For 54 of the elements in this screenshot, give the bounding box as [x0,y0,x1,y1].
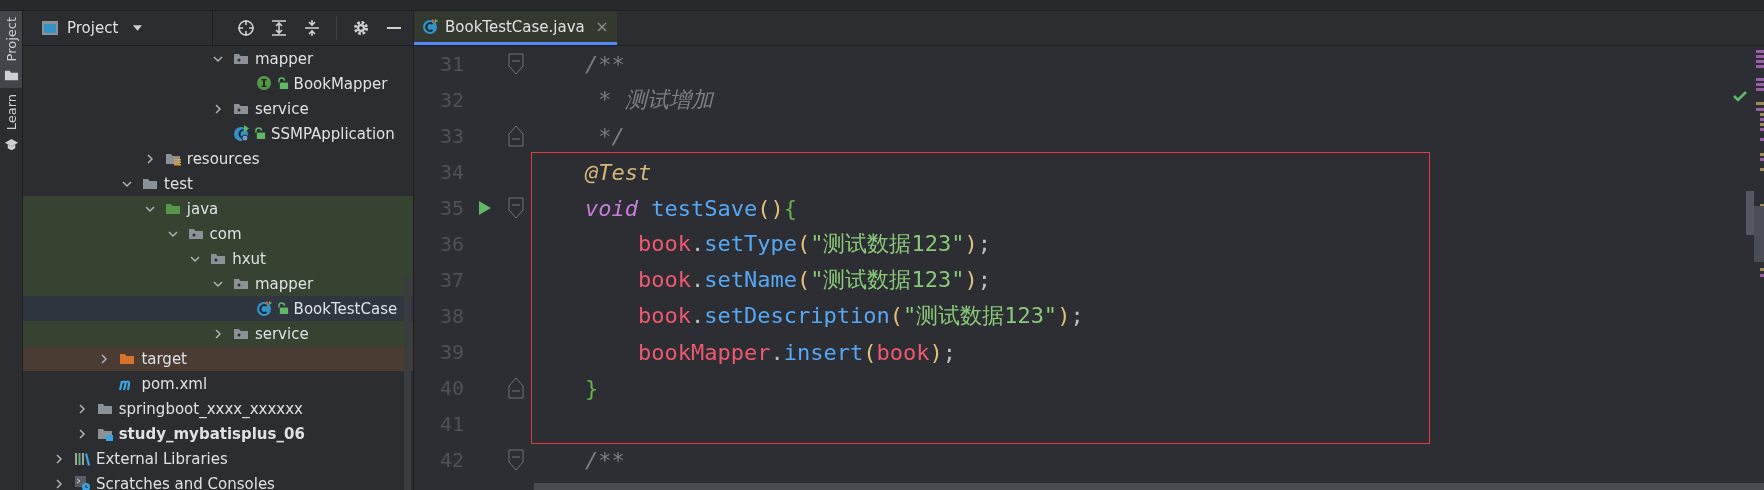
tree-item[interactable]: java [23,196,413,221]
view-selector[interactable]: Project [23,11,213,45]
tree-item[interactable]: mapper [23,46,413,71]
class-icon [255,300,273,317]
run-icon[interactable] [478,200,492,216]
locate-icon[interactable] [237,19,255,37]
tree-item[interactable]: mapper [23,271,413,296]
code-comment: /** [583,447,625,473]
tree-item[interactable]: hxut [23,246,413,271]
tree-item[interactable]: SSMPApplication [23,121,413,146]
code-comment: * 测试增加 [597,86,713,114]
tree-item[interactable]: com [23,221,413,246]
scrollbar[interactable] [534,483,1764,490]
tree-item[interactable]: resources [23,146,413,171]
learn-tab[interactable]: Learn [0,88,22,158]
collapse-all-icon[interactable] [303,19,321,37]
tree-item[interactable]: test [23,171,413,196]
interface-icon [255,75,273,92]
tree-item[interactable]: target [23,346,413,371]
code-comment: /** [583,51,625,77]
file-tab[interactable]: BookTestCase.java [414,11,617,45]
tree-item[interactable]: Scratches and Consoles [23,471,413,490]
code-line: @Test [583,159,652,185]
tree-item[interactable]: pom.xml [23,371,413,396]
tree-item[interactable]: BookTestCase [23,296,413,321]
project-tab[interactable]: Project [0,11,22,89]
code-line: book.setDescription("测试数据123"); [636,302,1084,330]
tree-item[interactable]: service [23,321,413,346]
expand-all-icon[interactable] [270,19,288,37]
spring-class-icon [232,125,250,142]
libraries-icon [74,450,91,467]
tree-item[interactable]: springboot_xxxx_xxxxxx [23,396,413,421]
code-line: book.setType("测试数据123"); [636,230,991,258]
lock-icon [277,77,289,90]
lock-icon [254,127,266,140]
window-icon [41,20,59,36]
code-line: void testSave(){ [583,195,797,221]
class-icon [422,18,439,35]
lock-icon [277,302,289,315]
tree-item[interactable]: study_mybatisplus_06 [23,421,413,446]
dropdown-icon [132,24,144,32]
code-line: } [583,375,599,401]
code-line: bookMapper.insert(book); [636,339,956,365]
tree-item[interactable]: service [23,96,413,121]
close-icon [596,21,607,32]
settings-icon[interactable] [352,19,370,37]
code-line: book.setName("测试数据123"); [636,266,991,294]
scratches-icon [74,475,91,490]
scrollbar[interactable] [1746,191,1754,235]
scrollbar[interactable] [404,276,411,490]
tree-item[interactable]: External Libraries [23,446,413,471]
tree-item[interactable]: BookMapper [23,71,413,96]
graduation-cap-icon [3,136,19,152]
code-comment: */ [597,123,625,149]
